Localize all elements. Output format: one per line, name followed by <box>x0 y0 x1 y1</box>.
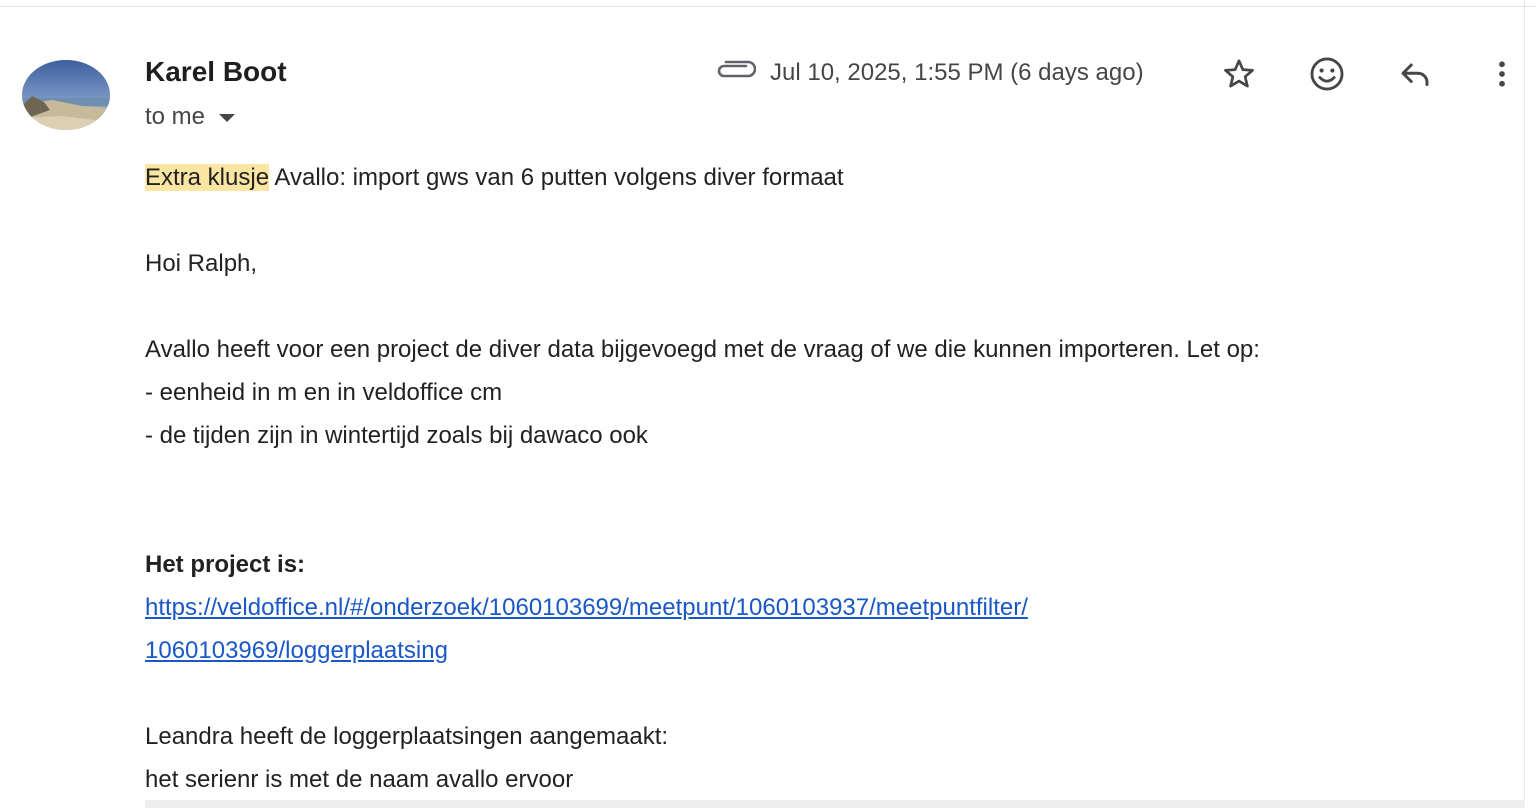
reply-button[interactable] <box>1393 52 1437 96</box>
project-link-line-1: https://veldoffice.nl/#/onderzoek/106010… <box>145 586 1515 629</box>
subject-text: Avallo: import gws van 6 putten volgens … <box>269 164 844 191</box>
reply-icon <box>1401 63 1429 86</box>
quoted-content-bar <box>145 800 1525 808</box>
serial-line: het serienr is met de naam avallo ervoor <box>145 766 574 793</box>
project-heading: Het project is: <box>145 551 306 578</box>
search-highlight: Extra klusje <box>145 164 270 191</box>
scrollbar-edge <box>1524 0 1525 808</box>
emoji-icon <box>1310 57 1344 91</box>
star-button[interactable] <box>1217 52 1261 96</box>
recipient-label: to me <box>145 103 206 130</box>
message-timestamp: Jul 10, 2025, 1:55 PM (6 days ago) <box>770 59 1144 86</box>
greeting: Hoi Ralph, <box>145 250 258 277</box>
more-options-button[interactable] <box>1480 52 1524 96</box>
project-link[interactable]: https://veldoffice.nl/#/onderzoek/106010… <box>145 594 1028 621</box>
message-body: Extra klusje Avallo: import gws van 6 pu… <box>145 156 1515 801</box>
star-icon <box>1224 59 1254 88</box>
intro-paragraph: Avallo heeft voor een project de diver d… <box>145 336 1260 363</box>
add-reaction-button[interactable] <box>1305 52 1349 96</box>
paperclip-icon <box>717 60 756 78</box>
caret-down-icon[interactable] <box>219 114 236 122</box>
sender-name[interactable]: Karel Boot <box>145 56 287 88</box>
bullet-time: - de tijden zijn in wintertijd zoals bij… <box>145 422 648 449</box>
recipient-details-toggle[interactable]: to me <box>145 102 236 132</box>
project-link-line-2: 1060103969/loggerplaatsing <box>145 629 1515 672</box>
leandra-line: Leandra heeft de loggerplaatsingen aange… <box>145 723 669 750</box>
more-vert-icon <box>1499 61 1505 87</box>
top-divider <box>0 6 1536 7</box>
message-subject-line: Extra klusje Avallo: import gws van 6 pu… <box>145 156 1515 199</box>
beach-photo-avatar <box>22 60 110 130</box>
project-link-continued[interactable]: 1060103969/loggerplaatsing <box>145 637 448 664</box>
bullet-unit: - eenheid in m en in veldoffice cm <box>145 379 503 406</box>
avatar[interactable] <box>22 60 110 130</box>
